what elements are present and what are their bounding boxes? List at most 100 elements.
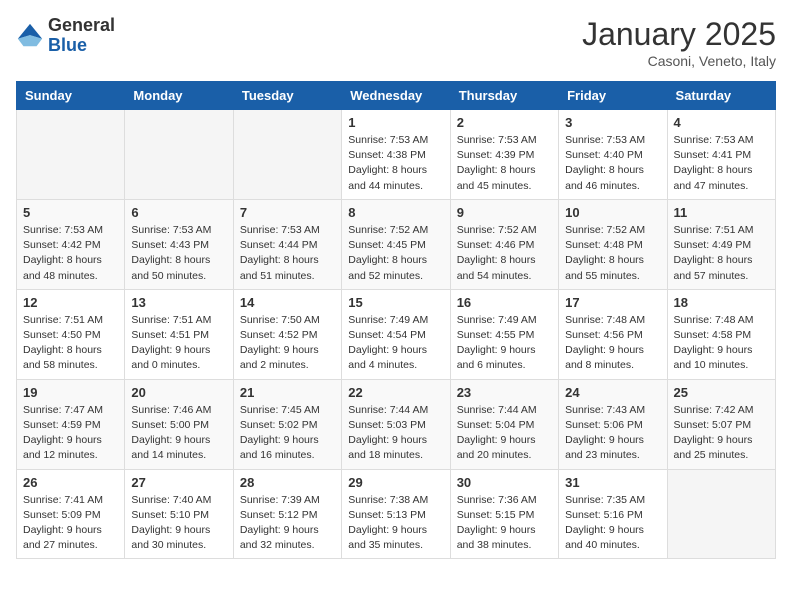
day-number: 20 <box>131 385 226 400</box>
calendar-cell: 21Sunrise: 7:45 AM Sunset: 5:02 PM Dayli… <box>233 379 341 469</box>
day-info: Sunrise: 7:44 AM Sunset: 5:04 PM Dayligh… <box>457 403 552 464</box>
calendar-cell: 16Sunrise: 7:49 AM Sunset: 4:55 PM Dayli… <box>450 289 558 379</box>
day-info: Sunrise: 7:38 AM Sunset: 5:13 PM Dayligh… <box>348 493 443 554</box>
calendar-cell: 24 Sunrise: 7:43 AM Sunset: 5:06 PM Dayli… <box>559 379 667 469</box>
day-info: Sunrise: 7:53 AM Sunset: 4:42 PM Dayligh… <box>23 223 118 284</box>
day-number: 27 <box>131 475 226 490</box>
calendar-table: SundayMondayTuesdayWednesdayThursdayFrid… <box>16 81 776 559</box>
day-number: 11 <box>674 205 769 220</box>
calendar-cell: 10 Sunrise: 7:52 AM Sunset: 4:48 PM Dayli… <box>559 199 667 289</box>
day-info: Sunrise: 7:36 AM Sunset: 5:15 PM Dayligh… <box>457 493 552 554</box>
day-info: Sunrise: 7:48 AM Sunset: 4:58 PM Dayligh… <box>674 313 769 374</box>
calendar-week-row: 1 Sunrise: 7:53 AM Sunset: 4:38 PM Daylig… <box>17 110 776 200</box>
day-number: 1 <box>348 115 443 130</box>
day-info: Sunrise: 7:52 AM Sunset: 4:46 PM Dayligh… <box>457 223 552 284</box>
day-info: Sunrise: 7:52 AM Sunset: 4:48 PM Dayligh… <box>565 223 660 284</box>
day-number: 5 <box>23 205 118 220</box>
day-info: Sunrise: 7:53 AM Sunset: 4:38 PM Dayligh… <box>348 133 443 194</box>
day-info: Sunrise: 7:53 AM Sunset: 4:44 PM Dayligh… <box>240 223 335 284</box>
logo-text: General Blue <box>48 16 115 56</box>
calendar-cell: 17 Sunrise: 7:48 AM Sunset: 4:56 PM Dayli… <box>559 289 667 379</box>
calendar-cell: 15 Sunrise: 7:49 AM Sunset: 4:54 PM Dayli… <box>342 289 450 379</box>
day-number: 3 <box>565 115 660 130</box>
calendar-cell: 14 Sunrise: 7:50 AM Sunset: 4:52 PM Dayli… <box>233 289 341 379</box>
day-info: Sunrise: 7:45 AM Sunset: 5:02 PM Dayligh… <box>240 403 335 464</box>
calendar-cell: 1 Sunrise: 7:53 AM Sunset: 4:38 PM Daylig… <box>342 110 450 200</box>
day-info: Sunrise: 7:51 AM Sunset: 4:50 PM Dayligh… <box>23 313 118 374</box>
calendar-cell <box>125 110 233 200</box>
calendar-cell: 28Sunrise: 7:39 AM Sunset: 5:12 PM Dayli… <box>233 469 341 559</box>
calendar-cell: 22 Sunrise: 7:44 AM Sunset: 5:03 PM Dayli… <box>342 379 450 469</box>
page-header: General Blue January 2025 Casoni, Veneto… <box>16 16 776 69</box>
location-title: Casoni, Veneto, Italy <box>582 53 776 69</box>
day-info: Sunrise: 7:53 AM Sunset: 4:41 PM Dayligh… <box>674 133 769 194</box>
title-area: January 2025 Casoni, Veneto, Italy <box>582 16 776 69</box>
day-info: Sunrise: 7:43 AM Sunset: 5:06 PM Dayligh… <box>565 403 660 464</box>
calendar-cell: 20 Sunrise: 7:46 AM Sunset: 5:00 PM Dayli… <box>125 379 233 469</box>
calendar-cell: 3 Sunrise: 7:53 AM Sunset: 4:40 PM Daylig… <box>559 110 667 200</box>
calendar-cell <box>233 110 341 200</box>
calendar-week-row: 19Sunrise: 7:47 AM Sunset: 4:59 PM Dayli… <box>17 379 776 469</box>
logo-general-text: General <box>48 16 115 36</box>
day-number: 10 <box>565 205 660 220</box>
month-title: January 2025 <box>582 16 776 53</box>
day-info: Sunrise: 7:41 AM Sunset: 5:09 PM Dayligh… <box>23 493 118 554</box>
day-info: Sunrise: 7:42 AM Sunset: 5:07 PM Dayligh… <box>674 403 769 464</box>
day-info: Sunrise: 7:40 AM Sunset: 5:10 PM Dayligh… <box>131 493 226 554</box>
calendar-cell: 27 Sunrise: 7:40 AM Sunset: 5:10 PM Dayli… <box>125 469 233 559</box>
day-number: 6 <box>131 205 226 220</box>
weekday-header-tuesday: Tuesday <box>233 82 341 110</box>
day-info: Sunrise: 7:53 AM Sunset: 4:40 PM Dayligh… <box>565 133 660 194</box>
calendar-cell: 26 Sunrise: 7:41 AM Sunset: 5:09 PM Dayli… <box>17 469 125 559</box>
day-number: 7 <box>240 205 335 220</box>
day-number: 30 <box>457 475 552 490</box>
day-number: 14 <box>240 295 335 310</box>
logo-icon <box>16 22 44 50</box>
day-info: Sunrise: 7:47 AM Sunset: 4:59 PM Dayligh… <box>23 403 118 464</box>
day-number: 4 <box>674 115 769 130</box>
day-number: 24 <box>565 385 660 400</box>
weekday-header-monday: Monday <box>125 82 233 110</box>
calendar-week-row: 26 Sunrise: 7:41 AM Sunset: 5:09 PM Dayli… <box>17 469 776 559</box>
calendar-cell: 19Sunrise: 7:47 AM Sunset: 4:59 PM Dayli… <box>17 379 125 469</box>
day-info: Sunrise: 7:46 AM Sunset: 5:00 PM Dayligh… <box>131 403 226 464</box>
calendar-cell: 30 Sunrise: 7:36 AM Sunset: 5:15 PM Dayli… <box>450 469 558 559</box>
day-number: 28 <box>240 475 335 490</box>
calendar-cell <box>667 469 775 559</box>
day-number: 22 <box>348 385 443 400</box>
day-info: Sunrise: 7:52 AM Sunset: 4:45 PM Dayligh… <box>348 223 443 284</box>
calendar-cell: 5 Sunrise: 7:53 AM Sunset: 4:42 PM Daylig… <box>17 199 125 289</box>
day-info: Sunrise: 7:50 AM Sunset: 4:52 PM Dayligh… <box>240 313 335 374</box>
day-info: Sunrise: 7:53 AM Sunset: 4:43 PM Dayligh… <box>131 223 226 284</box>
day-info: Sunrise: 7:49 AM Sunset: 4:54 PM Dayligh… <box>348 313 443 374</box>
day-number: 8 <box>348 205 443 220</box>
calendar-cell: 11 Sunrise: 7:51 AM Sunset: 4:49 PM Dayli… <box>667 199 775 289</box>
day-info: Sunrise: 7:51 AM Sunset: 4:49 PM Dayligh… <box>674 223 769 284</box>
logo: General Blue <box>16 16 115 56</box>
day-number: 26 <box>23 475 118 490</box>
day-number: 15 <box>348 295 443 310</box>
day-number: 29 <box>348 475 443 490</box>
calendar-cell: 18Sunrise: 7:48 AM Sunset: 4:58 PM Dayli… <box>667 289 775 379</box>
day-number: 12 <box>23 295 118 310</box>
weekday-header-sunday: Sunday <box>17 82 125 110</box>
day-info: Sunrise: 7:44 AM Sunset: 5:03 PM Dayligh… <box>348 403 443 464</box>
day-info: Sunrise: 7:49 AM Sunset: 4:55 PM Dayligh… <box>457 313 552 374</box>
weekday-header-saturday: Saturday <box>667 82 775 110</box>
calendar-cell: 9 Sunrise: 7:52 AM Sunset: 4:46 PM Daylig… <box>450 199 558 289</box>
logo-blue-text: Blue <box>48 36 115 56</box>
calendar-cell: 8 Sunrise: 7:52 AM Sunset: 4:45 PM Daylig… <box>342 199 450 289</box>
calendar-cell <box>17 110 125 200</box>
day-info: Sunrise: 7:35 AM Sunset: 5:16 PM Dayligh… <box>565 493 660 554</box>
calendar-cell: 4 Sunrise: 7:53 AM Sunset: 4:41 PM Daylig… <box>667 110 775 200</box>
weekday-header-row: SundayMondayTuesdayWednesdayThursdayFrid… <box>17 82 776 110</box>
day-number: 17 <box>565 295 660 310</box>
weekday-header-friday: Friday <box>559 82 667 110</box>
calendar-cell: 7 Sunrise: 7:53 AM Sunset: 4:44 PM Daylig… <box>233 199 341 289</box>
day-number: 31 <box>565 475 660 490</box>
day-number: 9 <box>457 205 552 220</box>
calendar-cell: 29 Sunrise: 7:38 AM Sunset: 5:13 PM Dayli… <box>342 469 450 559</box>
day-info: Sunrise: 7:53 AM Sunset: 4:39 PM Dayligh… <box>457 133 552 194</box>
day-info: Sunrise: 7:48 AM Sunset: 4:56 PM Dayligh… <box>565 313 660 374</box>
calendar-cell: 31 Sunrise: 7:35 AM Sunset: 5:16 PM Dayli… <box>559 469 667 559</box>
